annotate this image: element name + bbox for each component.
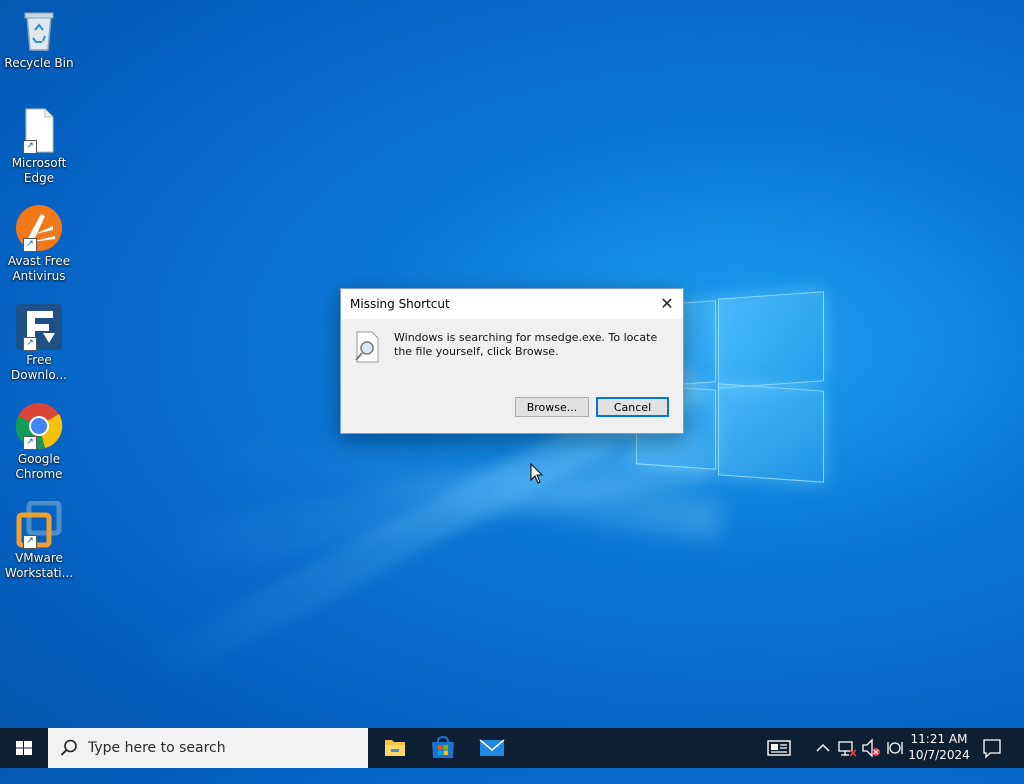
search-icon	[60, 739, 77, 756]
desktop-icon-label: Google Chrome	[15, 452, 63, 481]
network-icon	[838, 741, 857, 757]
desktop-icon-microsoft-edge[interactable]: ↗ Microsoft Edge	[4, 106, 74, 186]
desktop-icon-label: Microsoft Edge	[11, 156, 67, 185]
dialog-title: Missing Shortcut	[350, 297, 450, 311]
desktop-icon-avast[interactable]: ↗ Avast Free Antivirus	[4, 204, 74, 284]
microsoft-store-icon	[432, 735, 454, 758]
show-hidden-icons-button[interactable]	[812, 728, 834, 768]
avast-icon: ↗	[15, 204, 63, 252]
taskbar-app-file-explorer[interactable]	[371, 728, 419, 768]
free-download-manager-icon: ↗	[15, 303, 63, 351]
notifications-button[interactable]	[978, 728, 1006, 768]
clock-date: 10/7/2024	[908, 748, 970, 762]
windows-start-icon	[16, 741, 32, 755]
desktop-icon-recycle-bin[interactable]: Recycle Bin	[4, 6, 74, 71]
shortcut-arrow-icon: ↗	[23, 337, 37, 351]
chevron-up-icon	[816, 743, 830, 752]
taskbar-app-microsoft-store[interactable]	[419, 728, 467, 768]
vmware-icon: ↗	[15, 500, 63, 549]
shortcut-arrow-icon: ↗	[23, 238, 37, 252]
start-button[interactable]	[0, 728, 48, 768]
notification-icon	[983, 739, 1001, 759]
file-explorer-icon	[385, 740, 405, 756]
dialog-message: Windows is searching for msedge.exe. To …	[394, 331, 658, 358]
meet-now-icon	[887, 742, 903, 754]
shortcut-arrow-icon: ↗	[23, 535, 37, 549]
browse-button[interactable]: Browse...	[515, 397, 589, 417]
recycle-bin-icon	[15, 6, 63, 54]
news-and-interests-button[interactable]	[762, 728, 796, 768]
cancel-button[interactable]: Cancel	[596, 397, 669, 417]
clock-time: 11:21 AM	[910, 732, 968, 746]
volume-muted-icon	[862, 738, 880, 758]
search-placeholder: Type here to search	[88, 740, 226, 756]
taskbar: Type here to search 11:21 AM 10/7/2024	[0, 728, 1024, 768]
desktop-icon-free-download-manager[interactable]: ↗ Free Downlo...	[4, 303, 74, 383]
chrome-icon: ↗	[15, 402, 63, 450]
close-icon: ✕	[660, 294, 674, 313]
search-document-icon	[354, 331, 380, 363]
missing-shortcut-dialog: Missing Shortcut ✕ Windows is searching …	[340, 288, 684, 434]
close-button[interactable]: ✕	[651, 289, 683, 319]
desktop-icon-label: Recycle Bin	[4, 56, 74, 70]
taskbar-search-box[interactable]: Type here to search	[48, 728, 368, 768]
mail-icon	[479, 739, 505, 756]
network-status-button[interactable]	[836, 728, 858, 768]
blank-document-icon: ↗	[15, 106, 63, 154]
taskbar-clock[interactable]: 11:21 AM 10/7/2024	[904, 731, 974, 763]
news-icon	[767, 740, 791, 756]
mouse-cursor-icon	[530, 462, 546, 489]
shortcut-arrow-icon: ↗	[23, 436, 37, 450]
desktop-icon-label: VMware Workstati...	[4, 551, 74, 580]
meet-now-button[interactable]	[884, 728, 906, 768]
shortcut-arrow-icon: ↗	[23, 140, 37, 154]
volume-button[interactable]	[860, 728, 882, 768]
desktop-icon-google-chrome[interactable]: ↗ Google Chrome	[4, 402, 74, 482]
dialog-titlebar[interactable]: Missing Shortcut ✕	[341, 289, 683, 319]
desktop-icon-label: Free Downlo...	[11, 353, 67, 382]
taskbar-app-mail[interactable]	[467, 728, 515, 768]
desktop-icon-vmware[interactable]: ↗ VMware Workstati...	[4, 500, 74, 581]
desktop-icon-label: Avast Free Antivirus	[7, 254, 71, 283]
